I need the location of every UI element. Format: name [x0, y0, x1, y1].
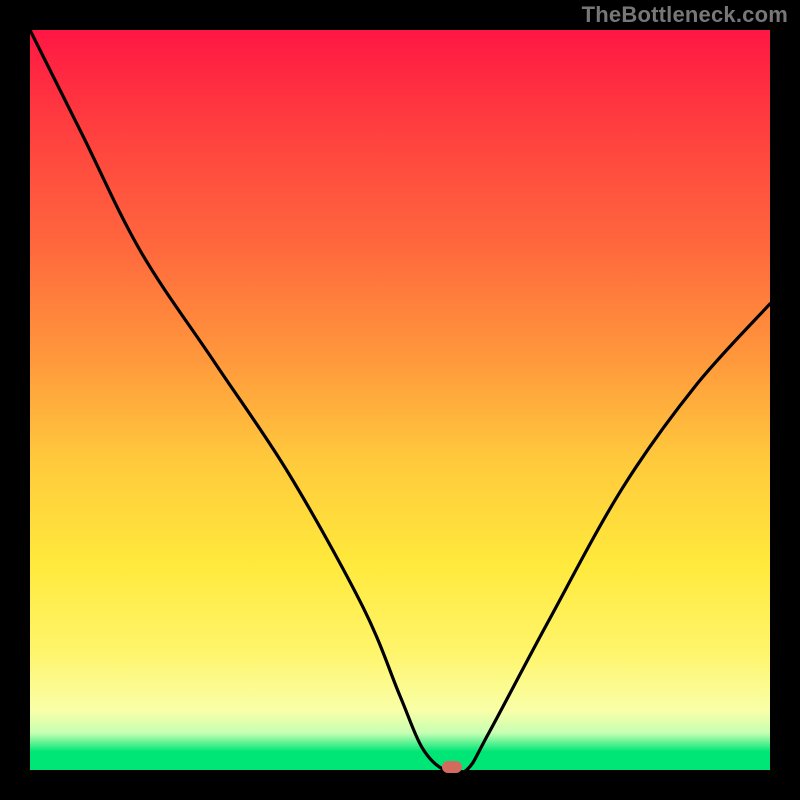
watermark-text: TheBottleneck.com: [582, 2, 788, 28]
chart-frame: TheBottleneck.com: [0, 0, 800, 800]
optimal-marker: [442, 761, 462, 773]
bottleneck-curve-path: [30, 30, 770, 770]
plot-area: [30, 30, 770, 770]
curve-svg: [30, 30, 770, 770]
